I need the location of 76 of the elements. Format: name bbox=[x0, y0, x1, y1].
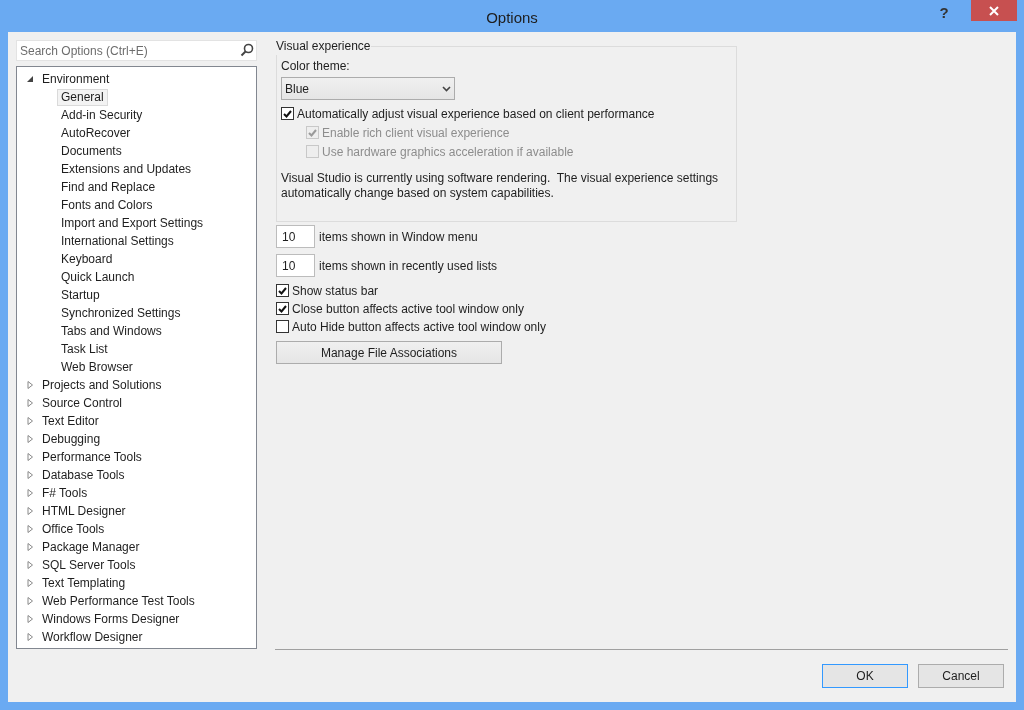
collapsed-triangle-icon[interactable] bbox=[27, 561, 34, 569]
tree-item[interactable]: Task List bbox=[57, 340, 112, 358]
manage-file-associations-button[interactable]: Manage File Associations bbox=[276, 341, 502, 364]
tree-item[interactable]: Import and Export Settings bbox=[57, 214, 208, 232]
tree-item[interactable]: Web Browser bbox=[57, 358, 137, 376]
tree-item[interactable]: Synchronized Settings bbox=[57, 304, 185, 322]
tree-item[interactable]: Keyboard bbox=[57, 250, 117, 268]
tree-item[interactable]: Source Control bbox=[38, 394, 127, 412]
group-title: Visual experience bbox=[276, 38, 371, 55]
tree-item[interactable]: Workflow Designer bbox=[38, 628, 147, 646]
checkbox-label: Auto Hide button affects active tool window only bbox=[292, 318, 546, 336]
collapsed-triangle-icon[interactable] bbox=[27, 507, 34, 515]
tree-item[interactable]: Add-in Security bbox=[57, 106, 147, 124]
close-icon bbox=[989, 5, 999, 16]
collapsed-triangle-icon[interactable] bbox=[27, 399, 34, 407]
field-label: items shown in recently used lists bbox=[319, 257, 498, 275]
tree-item[interactable]: General bbox=[57, 88, 108, 106]
tree-item[interactable]: Text Templating bbox=[38, 574, 130, 592]
checkbox-label: Automatically adjust visual experience based on client performance bbox=[297, 105, 655, 123]
collapsed-triangle-icon[interactable] bbox=[27, 471, 34, 479]
dialog-button[interactable]: Cancel bbox=[918, 664, 1004, 688]
number-field[interactable]: 10 bbox=[276, 254, 315, 277]
checkbox[interactable] bbox=[281, 107, 294, 120]
help-button[interactable]: ? bbox=[929, 2, 959, 22]
checkbox-label: Use hardware graphics acceleration if available bbox=[322, 143, 574, 161]
collapsed-triangle-icon[interactable] bbox=[27, 633, 34, 641]
tree-item[interactable]: Tabs and Windows bbox=[57, 322, 166, 340]
checkbox-label: Enable rich client visual experience bbox=[322, 124, 510, 142]
collapsed-triangle-icon[interactable] bbox=[27, 543, 34, 551]
tree-item[interactable]: Fonts and Colors bbox=[57, 196, 157, 214]
number-field[interactable]: 10 bbox=[276, 225, 315, 248]
tree-item[interactable]: Web Performance Test Tools bbox=[38, 592, 199, 610]
tree-item[interactable]: Performance Tools bbox=[38, 448, 146, 466]
tree-item[interactable]: Projects and Solutions bbox=[38, 376, 166, 394]
collapsed-triangle-icon[interactable] bbox=[27, 615, 34, 623]
tree-item[interactable]: Find and Replace bbox=[57, 178, 160, 196]
checkbox[interactable] bbox=[276, 302, 289, 315]
checkbox-label: Close button affects active tool window only bbox=[292, 300, 524, 318]
tree-item[interactable]: Windows Forms Designer bbox=[38, 610, 184, 628]
checkbox[interactable] bbox=[276, 320, 289, 333]
tree-item[interactable]: Documents bbox=[57, 142, 126, 160]
tree-item[interactable]: Office Tools bbox=[38, 520, 109, 538]
close-button[interactable] bbox=[971, 0, 1017, 21]
collapsed-triangle-icon[interactable] bbox=[27, 597, 34, 605]
tree-item[interactable]: AutoRecover bbox=[57, 124, 135, 142]
search-field[interactable]: Search Options (Ctrl+E) bbox=[16, 40, 257, 61]
color-theme-dropdown[interactable]: Blue bbox=[281, 77, 455, 100]
tree-item[interactable]: Database Tools bbox=[38, 466, 129, 484]
search-icon bbox=[240, 43, 254, 57]
expanded-triangle-icon[interactable] bbox=[27, 75, 34, 83]
chevron-down-icon bbox=[442, 85, 451, 92]
tree-item[interactable]: International Settings bbox=[57, 232, 178, 250]
window-title: Options bbox=[485, 8, 539, 28]
collapsed-triangle-icon[interactable] bbox=[27, 453, 34, 461]
tree-item[interactable]: Package Manager bbox=[38, 538, 144, 556]
tree-item[interactable]: F# Tools bbox=[38, 484, 92, 502]
checkbox-label: Show status bar bbox=[292, 282, 379, 300]
collapsed-triangle-icon[interactable] bbox=[27, 381, 34, 389]
tree-item[interactable]: SQL Server Tools bbox=[38, 556, 140, 574]
dialog-button[interactable]: OK bbox=[822, 664, 908, 688]
field-label: items shown in Window menu bbox=[319, 228, 478, 246]
color-theme-label: Color theme: bbox=[281, 58, 351, 75]
checkbox[interactable] bbox=[276, 284, 289, 297]
tree-item[interactable]: Debugging bbox=[38, 430, 105, 448]
tree-item[interactable]: Environment bbox=[38, 70, 114, 88]
tree-item[interactable]: Extensions and Updates bbox=[57, 160, 196, 178]
rendering-note: Visual Studio is currently using software rendering. The visual experience settings automatically change based on system capabilities. bbox=[281, 171, 720, 201]
collapsed-triangle-icon[interactable] bbox=[27, 489, 34, 497]
tree-item[interactable]: HTML Designer bbox=[38, 502, 130, 520]
collapsed-triangle-icon[interactable] bbox=[27, 417, 34, 425]
collapsed-triangle-icon[interactable] bbox=[27, 579, 34, 587]
tree-item[interactable]: Quick Launch bbox=[57, 268, 139, 286]
collapsed-triangle-icon[interactable] bbox=[27, 435, 34, 443]
tree-item[interactable]: Startup bbox=[57, 286, 104, 304]
collapsed-triangle-icon[interactable] bbox=[27, 525, 34, 533]
tree-item[interactable]: Text Editor bbox=[38, 412, 103, 430]
